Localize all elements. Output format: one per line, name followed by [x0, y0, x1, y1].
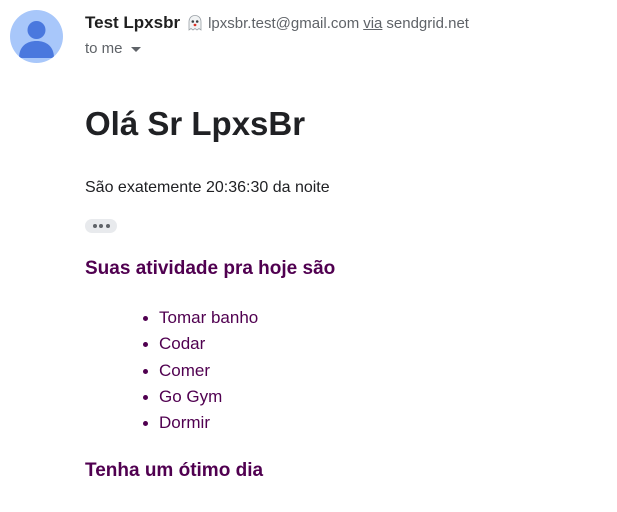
caret-down-icon	[130, 47, 141, 52]
closing-heading: Tenha um ótimo dia	[85, 460, 264, 481]
bullet-icon	[143, 421, 148, 427]
person-icon	[19, 21, 54, 58]
recipients-details-toggle[interactable]: to me	[85, 40, 141, 57]
list-item: Go Gym	[143, 385, 258, 411]
list-item: Codar	[143, 332, 258, 358]
sender-email: lpxsbr.test@gmail.com	[208, 14, 360, 32]
email-header: Test Lpxsbr lpxsbr.test@gmail.com via se…	[0, 0, 617, 70]
sender-name[interactable]: Test Lpxsbr	[85, 13, 180, 33]
list-item-label: Comer	[159, 360, 211, 380]
list-item-label: Go Gym	[159, 386, 223, 406]
bullet-icon	[143, 394, 148, 400]
greeting-heading: Olá Sr LpxsBr	[85, 105, 306, 142]
sender-avatar[interactable]	[10, 10, 63, 63]
ghost-icon	[186, 14, 204, 32]
list-item-label: Tomar banho	[159, 308, 259, 327]
activities-list: Tomar banho Codar Comer Go Gym Dormir	[143, 306, 259, 437]
activities-title: Suas atividade pra hoje são	[85, 258, 336, 279]
list-item-label: Codar	[159, 334, 206, 354]
via-domain: sendgrid.net	[386, 14, 469, 32]
recipient-label: to me	[85, 40, 123, 57]
show-trimmed-content-button[interactable]	[85, 219, 117, 233]
via-link[interactable]: via	[363, 15, 382, 32]
ellipsis-icon	[99, 224, 103, 228]
time-text: São exatemente 20:36:30 da noite	[85, 179, 330, 196]
ellipsis-icon	[105, 224, 110, 228]
list-item-label: Dormir	[159, 413, 210, 433]
bullet-icon	[143, 342, 148, 348]
ellipsis-icon	[92, 224, 97, 228]
sender-line: Test Lpxsbr lpxsbr.test@gmail.com via se…	[85, 12, 469, 34]
bullet-icon	[143, 368, 148, 374]
list-item: Tomar banho	[143, 306, 259, 332]
list-item: Comer	[143, 359, 258, 385]
list-item: Dormir	[143, 411, 258, 437]
bullet-icon	[143, 316, 148, 321]
